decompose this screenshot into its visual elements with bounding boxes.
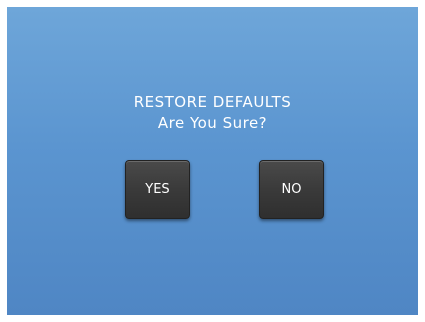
yes-button[interactable]: YES [125,160,190,219]
no-button[interactable]: NO [259,160,324,219]
dialog-title: RESTORE DEFAULTS [133,93,292,111]
confirmation-question: Are You Sure? [157,114,268,132]
no-button-label: NO [281,182,302,197]
yes-button-label: YES [145,182,170,197]
restore-defaults-screen: RESTORE DEFAULTS Are You Sure? YES NO [7,7,418,315]
